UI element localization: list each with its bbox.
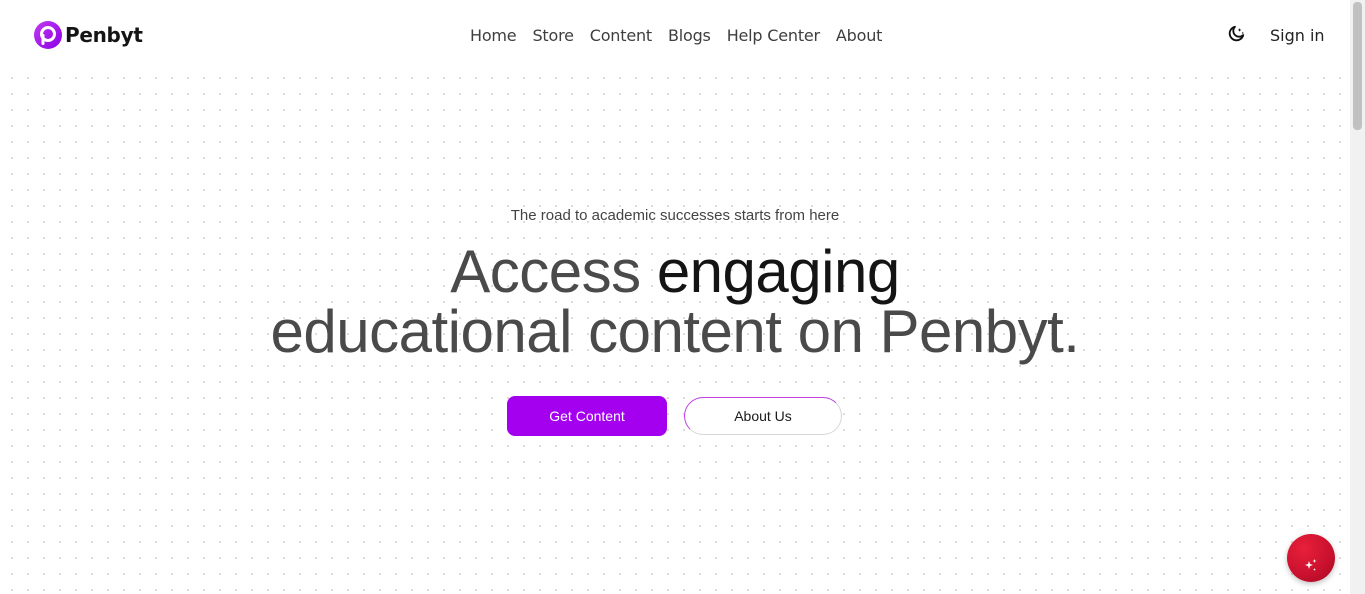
nav-item-store[interactable]: Store bbox=[524, 24, 581, 48]
site-header: Penbyt Home Store Content Blogs Help Cen… bbox=[0, 0, 1350, 70]
moon-icon[interactable] bbox=[1224, 24, 1246, 46]
penbyt-logo-icon bbox=[34, 21, 62, 49]
headline-accent: engaging bbox=[656, 238, 900, 305]
nav-item-about[interactable]: About bbox=[828, 24, 890, 48]
main-nav: Home Store Content Blogs Help Center Abo… bbox=[462, 24, 890, 48]
nav-item-blogs[interactable]: Blogs bbox=[660, 24, 719, 48]
scrollbar-thumb[interactable] bbox=[1353, 2, 1362, 130]
assistant-fab-button[interactable] bbox=[1287, 534, 1335, 582]
page-scrollbar[interactable] bbox=[1350, 0, 1365, 594]
hero-tagline: The road to academic successes starts fr… bbox=[510, 207, 840, 224]
brand-name: Penbyt bbox=[65, 23, 143, 47]
nav-item-content[interactable]: Content bbox=[582, 24, 660, 48]
headline-part-2: educational content on Penbyt. bbox=[270, 298, 1080, 365]
get-content-button[interactable]: Get Content bbox=[507, 396, 667, 436]
about-us-button[interactable]: About Us bbox=[684, 397, 842, 435]
nav-item-home[interactable]: Home bbox=[462, 24, 524, 48]
page: Penbyt Home Store Content Blogs Help Cen… bbox=[0, 0, 1350, 594]
hero-headline: Access engaging educational content on P… bbox=[0, 242, 1350, 362]
brand-logo[interactable]: Penbyt bbox=[33, 20, 143, 50]
sign-in-link[interactable]: Sign in bbox=[1262, 24, 1333, 48]
nav-item-help-center[interactable]: Help Center bbox=[719, 24, 828, 48]
sparkles-icon bbox=[1305, 559, 1317, 571]
headline-part-1: Access bbox=[450, 238, 657, 305]
